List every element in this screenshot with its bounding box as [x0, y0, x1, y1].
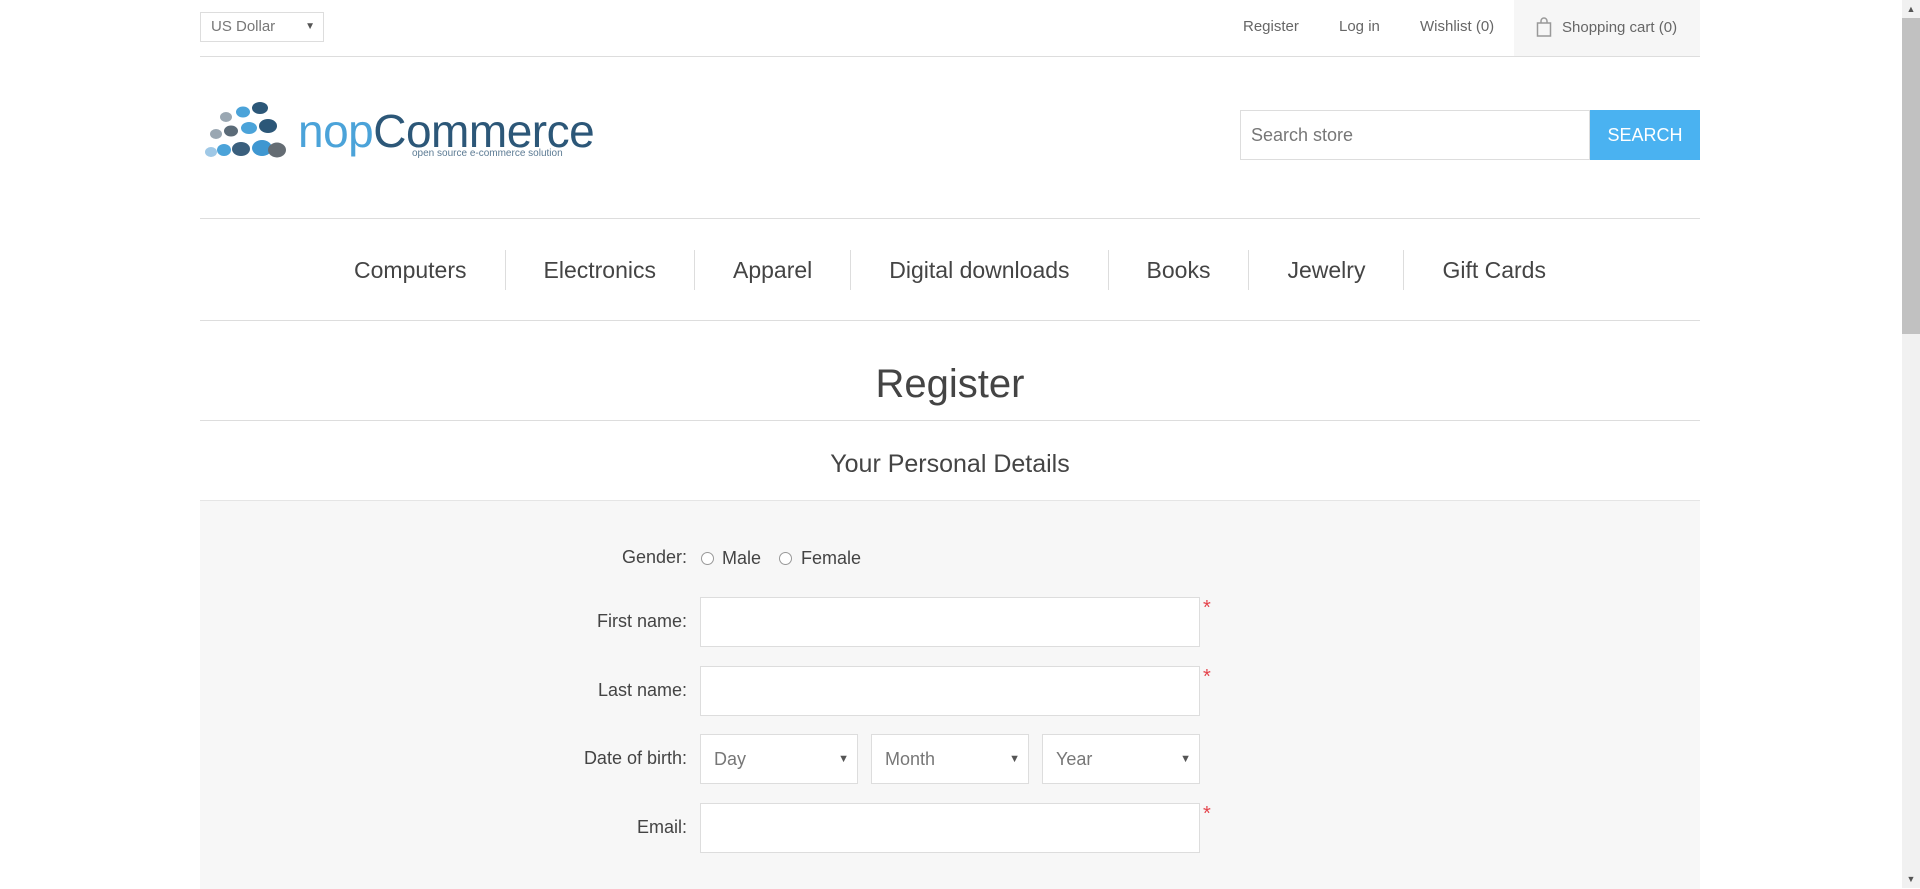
title-divider — [200, 420, 1700, 421]
required-marker: * — [1203, 597, 1211, 619]
required-marker: * — [1203, 803, 1211, 825]
nav-item-digital-downloads[interactable]: Digital downloads — [851, 250, 1107, 290]
first-name-field[interactable] — [700, 597, 1200, 647]
gender-label: Gender: — [621, 547, 687, 567]
logo-prefix: nop — [298, 105, 374, 157]
gender-female-label[interactable]: Female — [801, 548, 861, 569]
login-link[interactable]: Log in — [1339, 18, 1380, 35]
shopping-cart-link[interactable]: Shopping cart (0) — [1514, 0, 1700, 56]
gender-male-label[interactable]: Male — [722, 548, 761, 569]
nav-item-gift-cards[interactable]: Gift Cards — [1404, 250, 1584, 290]
dob-month-value: Month — [885, 749, 936, 769]
wishlist-link[interactable]: Wishlist (0) — [1420, 18, 1494, 35]
header-divider — [200, 56, 1700, 57]
chevron-down-icon: ▼ — [838, 753, 849, 765]
search-button[interactable]: SEARCH — [1590, 110, 1700, 160]
shopping-cart-label: Shopping cart (0) — [1562, 19, 1678, 36]
dob-label: Date of birth: — [583, 748, 687, 768]
scroll-down-icon[interactable]: ▼ — [1902, 870, 1920, 888]
email-label: Email: — [636, 817, 687, 837]
dob-day-value: Day — [714, 749, 747, 769]
main-nav: Computers Electronics Apparel Digital do… — [200, 250, 1700, 290]
nav-item-jewelry[interactable]: Jewelry — [1249, 250, 1403, 290]
search-input[interactable] — [1240, 110, 1590, 160]
dob-year-value: Year — [1056, 749, 1093, 769]
required-marker: * — [1203, 666, 1211, 688]
dob-year-select[interactable]: Year ▼ — [1042, 734, 1200, 784]
dob-day-select[interactable]: Day ▼ — [700, 734, 858, 784]
shopping-bag-icon — [1536, 17, 1552, 37]
first-name-label: First name: — [596, 611, 687, 631]
logo-dots-icon — [205, 102, 286, 158]
email-field[interactable] — [700, 803, 1200, 853]
currency-value: US Dollar — [211, 18, 276, 35]
last-name-field[interactable] — [700, 666, 1200, 716]
nav-item-electronics[interactable]: Electronics — [506, 250, 694, 290]
page-title: Register — [875, 362, 1025, 406]
last-name-label: Last name: — [597, 680, 687, 700]
nav-item-computers[interactable]: Computers — [316, 250, 504, 290]
logo-tagline: open source e-commerce solution — [412, 148, 563, 159]
nav-bottom-divider — [200, 320, 1700, 321]
chevron-down-icon: ▼ — [1180, 753, 1191, 765]
gender-female-radio[interactable] — [779, 552, 792, 565]
nav-top-divider — [200, 218, 1700, 219]
scrollbar-thumb[interactable] — [1902, 18, 1920, 334]
scroll-up-icon[interactable]: ▲ — [1902, 0, 1920, 18]
currency-selector[interactable]: US Dollar ▼ — [200, 12, 324, 42]
dob-month-select[interactable]: Month ▼ — [871, 734, 1029, 784]
gender-male-radio[interactable] — [701, 552, 714, 565]
store-logo[interactable]: nopCommerce open source e-commerce solut… — [204, 98, 595, 170]
register-link[interactable]: Register — [1243, 18, 1299, 35]
nav-item-apparel[interactable]: Apparel — [695, 250, 850, 290]
section-title: Your Personal Details — [830, 450, 1070, 478]
chevron-down-icon: ▼ — [305, 21, 315, 32]
chevron-down-icon: ▼ — [1009, 753, 1020, 765]
nav-item-books[interactable]: Books — [1109, 250, 1249, 290]
